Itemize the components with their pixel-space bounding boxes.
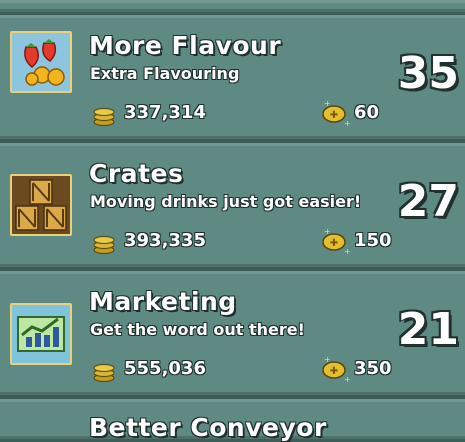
coin-stack-icon — [93, 236, 115, 254]
svg-text:✚: ✚ — [330, 110, 338, 121]
svg-text:+: + — [344, 247, 350, 254]
upgrade-price: 555,036 — [124, 358, 206, 379]
token-icon: ✚ + + — [322, 100, 350, 126]
svg-text:+: + — [344, 119, 350, 126]
upgrade-title: Better Conveyor — [89, 413, 327, 442]
coin-stack-icon — [93, 108, 115, 126]
chart-icon — [10, 303, 72, 365]
upgrade-token-cost: 60 — [354, 102, 380, 123]
upgrade-subtitle: Moving drinks just got easier! — [90, 192, 362, 211]
svg-text:+: + — [324, 100, 331, 108]
svg-text:+: + — [324, 356, 331, 364]
token-icon: ✚ + + — [322, 228, 350, 254]
upgrade-subtitle: Extra Flavouring — [90, 64, 240, 83]
upgrade-price: 393,335 — [124, 230, 206, 251]
fruit-icon — [10, 31, 72, 93]
upgrade-level: 27 — [397, 176, 459, 227]
token-icon: ✚ + + — [322, 356, 350, 382]
upgrade-token-cost: 150 — [354, 230, 392, 251]
upgrade-subtitle: Get the word out there! — [90, 320, 305, 339]
upgrade-title: Marketing — [89, 287, 237, 316]
upgrade-level: 35 — [397, 48, 459, 99]
upgrade-list-top-edge — [0, 0, 465, 12]
upgrade-level: 21 — [397, 304, 459, 355]
svg-text:✚: ✚ — [330, 238, 338, 249]
coin-stack-icon — [93, 364, 115, 382]
upgrade-title: More Flavour — [89, 31, 282, 60]
svg-text:+: + — [344, 375, 350, 382]
upgrade-token-cost: 350 — [354, 358, 392, 379]
upgrade-price: 337,314 — [124, 102, 206, 123]
svg-text:✚: ✚ — [330, 366, 338, 377]
crates-icon — [10, 174, 72, 236]
upgrade-title: Crates — [89, 159, 184, 188]
svg-text:+: + — [324, 228, 331, 236]
